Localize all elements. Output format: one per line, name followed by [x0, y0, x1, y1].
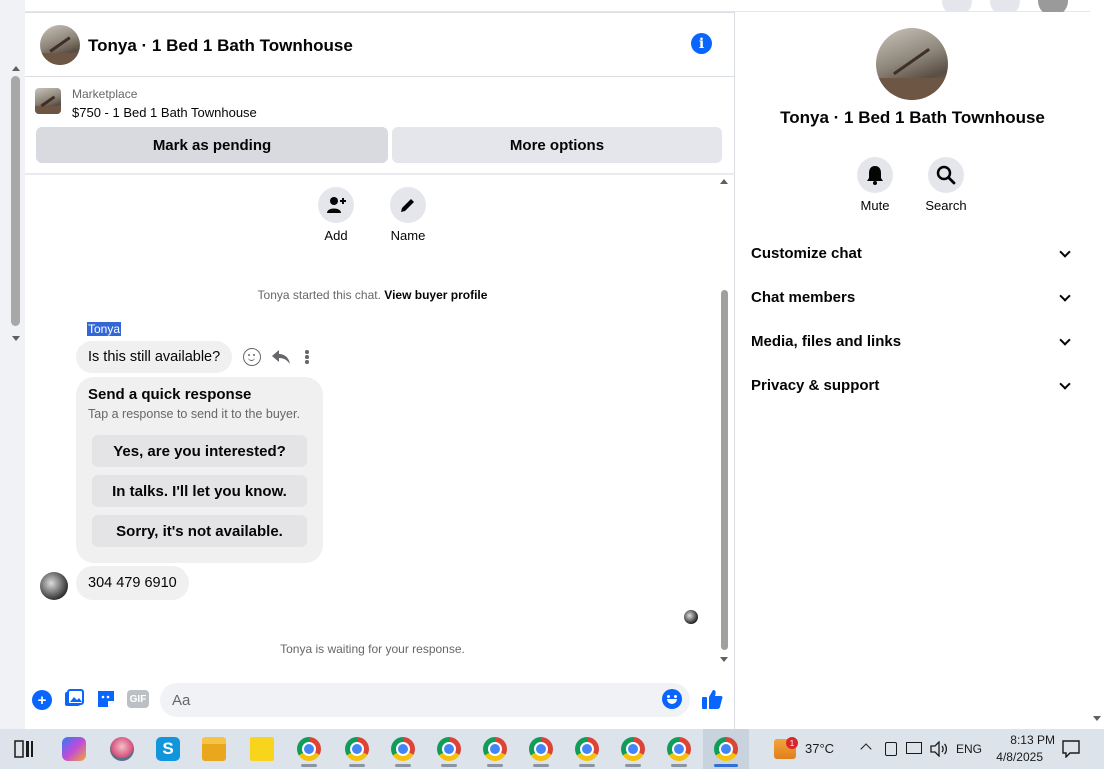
details-avatar[interactable] — [876, 28, 948, 100]
clock-time[interactable]: 8:13 PM — [985, 733, 1055, 747]
outer-scroll-up-arrow[interactable] — [12, 66, 20, 71]
emoji-icon[interactable] — [662, 689, 682, 709]
taskbar-running-indicator — [441, 764, 457, 767]
quick-response-title: Send a quick response — [88, 386, 252, 403]
message-input[interactable] — [160, 683, 690, 717]
notification-icon[interactable] — [1062, 740, 1080, 758]
search-icon — [936, 165, 956, 185]
more-icon[interactable] — [305, 350, 310, 364]
react-emoji-icon[interactable] — [243, 348, 261, 366]
page-top-edge — [0, 0, 1090, 16]
waiting-notice: Tonya is waiting for your response. — [280, 642, 465, 656]
temperature-text[interactable]: 37°C — [805, 741, 834, 756]
conversation-title[interactable]: Tonya · 1 Bed 1 Bath Townhouse — [88, 36, 353, 56]
quick-response-button[interactable]: Sorry, it's not available. — [92, 515, 307, 547]
mark-as-pending-button[interactable]: Mark as pending — [36, 127, 388, 163]
message-bubble[interactable]: 304 479 6910 — [76, 566, 189, 600]
mute-label: Mute — [860, 198, 890, 213]
chrome-profile-icon[interactable] — [483, 737, 507, 761]
chrome-profile-icon[interactable] — [714, 737, 738, 761]
task-view-icon[interactable] — [14, 740, 34, 758]
plus-icon[interactable]: + — [32, 690, 52, 710]
listing-price-title[interactable]: $750 - 1 Bed 1 Bath Townhouse — [72, 105, 257, 120]
chrome-profile-icon[interactable] — [667, 737, 691, 761]
quick-response-button[interactable]: Yes, are you interested? — [92, 435, 307, 467]
language-indicator[interactable]: ENG — [956, 742, 982, 756]
chrome-profile-icon[interactable] — [575, 737, 599, 761]
taskbar-running-indicator — [487, 764, 503, 767]
info-icon[interactable]: i — [691, 33, 712, 54]
add-person-icon — [327, 197, 346, 213]
message-bubble[interactable]: Is this still available? — [76, 341, 233, 373]
weather-badge: 1 — [786, 737, 798, 749]
search-label: Search — [925, 198, 967, 213]
name-label: Name — [390, 228, 426, 243]
chrome-profile-icon[interactable] — [391, 737, 415, 761]
chat-members-section[interactable]: Chat members — [751, 289, 855, 306]
chat-scrollbar-thumb[interactable] — [721, 290, 728, 650]
quick-response-button[interactable]: In talks. I'll let you know. — [92, 475, 307, 507]
more-options-button[interactable]: More options — [392, 127, 722, 163]
search-button[interactable] — [928, 157, 964, 193]
privacy-support-section[interactable]: Privacy & support — [751, 377, 879, 394]
network-icon[interactable] — [906, 742, 922, 754]
sticker-icon[interactable] — [96, 689, 116, 709]
pencil-icon — [401, 199, 414, 212]
add-label: Add — [324, 228, 348, 243]
meet-now-icon[interactable] — [885, 742, 897, 756]
header-divider — [25, 76, 735, 77]
conversation-avatar[interactable] — [40, 25, 80, 65]
taskbar-active-indicator — [714, 764, 738, 767]
view-buyer-profile-link[interactable]: View buyer profile — [384, 288, 487, 302]
listing-divider — [25, 173, 735, 175]
chat-started-notice: Tonya started this chat. View buyer prof… — [225, 288, 520, 302]
chat-scroll-up-arrow[interactable] — [720, 179, 728, 184]
file-explorer-icon[interactable] — [202, 737, 226, 761]
chrome-profile-icon[interactable] — [621, 737, 645, 761]
chat-scroll-down-arrow[interactable] — [720, 657, 728, 662]
listing-source: Marketplace — [72, 87, 138, 101]
page-scrollbar-track[interactable] — [1090, 0, 1104, 729]
add-people-button[interactable] — [318, 187, 354, 223]
reply-icon[interactable] — [271, 348, 291, 366]
outer-scroll-down-arrow[interactable] — [12, 336, 20, 341]
taskbar: S 1 37°C ENG 8:13 PM 4/8/2025 — [0, 729, 1104, 769]
edit-name-button[interactable] — [390, 187, 426, 223]
read-receipt-avatar — [684, 610, 698, 624]
image-icon[interactable] — [64, 689, 84, 709]
sticky-notes-icon[interactable] — [250, 737, 274, 761]
clock-date[interactable]: 4/8/2025 — [985, 750, 1043, 764]
thumbs-up-icon[interactable] — [701, 688, 723, 710]
skype-icon[interactable]: S — [156, 737, 180, 761]
taskbar-running-indicator — [395, 764, 411, 767]
copilot-icon[interactable] — [62, 737, 86, 761]
taskbar-running-indicator — [533, 764, 549, 767]
chrome-profile-icon[interactable] — [297, 737, 321, 761]
customize-chat-section[interactable]: Customize chat — [751, 245, 862, 262]
outer-scrollbar-thumb[interactable] — [11, 76, 20, 326]
listing-thumbnail[interactable] — [35, 88, 61, 114]
gif-icon[interactable]: GIF — [127, 690, 149, 708]
sender-avatar[interactable] — [40, 572, 68, 600]
paint-app-icon[interactable] — [110, 737, 134, 761]
taskbar-running-indicator — [301, 764, 317, 767]
media-files-links-section[interactable]: Media, files and links — [751, 333, 901, 350]
chevron-up-icon[interactable] — [860, 743, 872, 755]
taskbar-running-indicator — [671, 764, 687, 767]
taskbar-running-indicator — [625, 764, 641, 767]
chrome-profile-icon[interactable] — [437, 737, 461, 761]
details-title: Tonya · 1 Bed 1 Bath Townhouse — [780, 108, 1045, 127]
bell-icon — [867, 166, 883, 185]
taskbar-running-indicator — [579, 764, 595, 767]
volume-icon[interactable] — [930, 741, 948, 757]
taskbar-running-indicator — [349, 764, 365, 767]
sender-name: Tonya — [87, 322, 122, 336]
quick-response-subtitle: Tap a response to send it to the buyer. — [88, 407, 300, 421]
chrome-profile-icon[interactable] — [529, 737, 553, 761]
page-scroll-down-arrow[interactable] — [1093, 716, 1101, 721]
chat-started-text: Tonya started this chat. — [257, 288, 381, 302]
chrome-profile-icon[interactable] — [345, 737, 369, 761]
mute-button[interactable] — [857, 157, 893, 193]
